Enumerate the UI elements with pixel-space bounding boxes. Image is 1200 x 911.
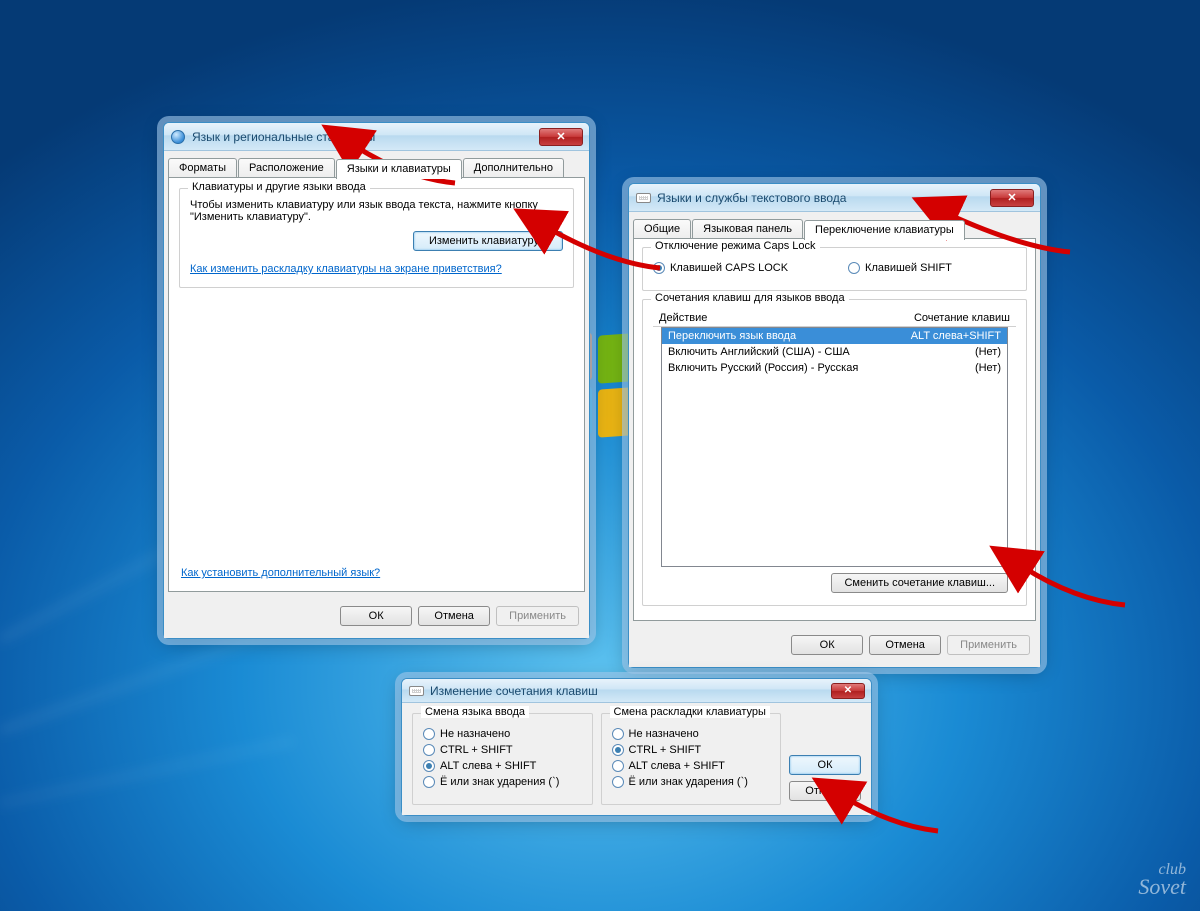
radio-icon: [653, 262, 665, 274]
radio-icon: [848, 262, 860, 274]
dialog-title: Язык и региональные стандарты: [192, 130, 539, 144]
hotkey-list[interactable]: Переключить язык ввода ALT слева+SHIFT В…: [661, 327, 1008, 567]
radio-alt-shift[interactable]: ALT слева + SHIFT: [612, 760, 771, 772]
radio-label: Не назначено: [440, 728, 510, 740]
list-header: Действие Сочетание клавиш: [653, 310, 1016, 327]
radio-none[interactable]: Не назначено: [612, 728, 771, 740]
ok-button[interactable]: ОК: [789, 755, 861, 775]
dialog-button-row: ОК Отмена Применить: [164, 596, 589, 638]
right-group-title: Смена раскладки клавиатуры: [610, 706, 770, 718]
row-action: Включить Русский (Россия) - Русская: [668, 362, 881, 374]
radio-icon: [612, 728, 624, 740]
radio-label: CTRL + SHIFT: [440, 744, 513, 756]
radio-icon: [612, 760, 624, 772]
tab-general[interactable]: Общие: [633, 219, 691, 239]
decorative-beam: [0, 739, 294, 804]
radio-ctrl-shift[interactable]: CTRL + SHIFT: [423, 744, 582, 756]
keyboard-icon: [408, 683, 424, 699]
tab-location[interactable]: Расположение: [238, 158, 335, 178]
link-install-language[interactable]: Как установить дополнительный язык?: [181, 567, 380, 579]
keyboard-icon: [635, 190, 651, 206]
radio-none[interactable]: Не назначено: [423, 728, 582, 740]
row-action: Включить Английский (США) - США: [668, 346, 881, 358]
radio-grave[interactable]: Ё или знак ударения (`): [612, 776, 771, 788]
radio-alt-shift[interactable]: ALT слева + SHIFT: [423, 760, 582, 772]
left-group-title: Смена языка ввода: [421, 706, 529, 718]
globe-icon: [170, 129, 186, 145]
change-hotkey-dialog: Изменение сочетания клавиш ✕ Смена языка…: [401, 678, 872, 816]
list-row[interactable]: Включить Русский (Россия) - Русская (Нет…: [662, 360, 1007, 376]
row-combo: (Нет): [881, 362, 1001, 374]
radio-icon: [423, 744, 435, 756]
row-combo: ALT слева+SHIFT: [881, 330, 1001, 342]
radio-shift[interactable]: Клавишей SHIFT: [848, 262, 952, 274]
tab-additional[interactable]: Дополнительно: [463, 158, 564, 178]
titlebar[interactable]: Язык и региональные стандарты ✕: [164, 123, 589, 151]
close-button[interactable]: ✕: [990, 189, 1034, 207]
cancel-button[interactable]: Отмена: [418, 606, 490, 626]
watermark: club Sovet: [1138, 863, 1186, 897]
apply-button: Применить: [947, 635, 1030, 655]
col-combo: Сочетание клавиш: [890, 312, 1010, 324]
radio-label: CTRL + SHIFT: [629, 744, 702, 756]
radio-icon: [612, 744, 624, 756]
group-title: Клавиатуры и другие языки ввода: [188, 181, 370, 193]
radio-label: Ё или знак ударения (`): [440, 776, 559, 788]
region-language-dialog: Язык и региональные стандарты ✕ Форматы …: [163, 122, 590, 639]
dialog-title: Языки и службы текстового ввода: [657, 191, 990, 205]
tab-strip: Форматы Расположение Языки и клавиатуры …: [168, 157, 585, 177]
caps-group-title: Отключение режима Caps Lock: [651, 240, 820, 252]
dialog-button-row: ОК Отмена Применить: [629, 625, 1040, 667]
tab-keyboards[interactable]: Языки и клавиатуры: [336, 159, 462, 179]
change-keyboard-button[interactable]: Изменить клавиатуру...: [413, 231, 563, 251]
radio-label: Клавишей SHIFT: [865, 262, 952, 274]
row-action: Переключить язык ввода: [668, 330, 881, 342]
tab-keyboard-switch[interactable]: Переключение клавиатуры: [804, 220, 965, 240]
list-row[interactable]: Переключить язык ввода ALT слева+SHIFT: [662, 328, 1007, 344]
radio-label: ALT слева + SHIFT: [440, 760, 536, 772]
apply-button: Применить: [496, 606, 579, 626]
group-text: Чтобы изменить клавиатуру или язык ввода…: [190, 199, 563, 223]
tab-language-bar[interactable]: Языковая панель: [692, 219, 803, 239]
close-button[interactable]: ✕: [831, 683, 865, 699]
radio-label: ALT слева + SHIFT: [629, 760, 725, 772]
tab-strip: Общие Языковая панель Переключение клави…: [633, 218, 1036, 238]
link-change-layout-welcome[interactable]: Как изменить раскладку клавиатуры на экр…: [190, 263, 502, 275]
radio-icon: [423, 728, 435, 740]
cancel-button[interactable]: Отмена: [789, 781, 861, 801]
radio-ctrl-shift[interactable]: CTRL + SHIFT: [612, 744, 771, 756]
row-combo: (Нет): [881, 346, 1001, 358]
radio-icon: [423, 776, 435, 788]
ok-button[interactable]: ОК: [340, 606, 412, 626]
ok-button[interactable]: ОК: [791, 635, 863, 655]
hotkeys-group-title: Сочетания клавиш для языков ввода: [651, 292, 849, 304]
tab-formats[interactable]: Форматы: [168, 158, 237, 178]
radio-caps-lock[interactable]: Клавишей CAPS LOCK: [653, 262, 788, 274]
radio-label: Не назначено: [629, 728, 699, 740]
list-row[interactable]: Включить Английский (США) - США (Нет): [662, 344, 1007, 360]
cancel-button[interactable]: Отмена: [869, 635, 941, 655]
text-services-dialog: Языки и службы текстового ввода ✕ Общие …: [628, 183, 1041, 668]
radio-icon: [423, 760, 435, 772]
change-combo-button[interactable]: Сменить сочетание клавиш...: [831, 573, 1008, 593]
titlebar[interactable]: Изменение сочетания клавиш ✕: [402, 679, 871, 703]
titlebar[interactable]: Языки и службы текстового ввода ✕: [629, 184, 1040, 212]
dialog-title: Изменение сочетания клавиш: [430, 684, 831, 698]
close-button[interactable]: ✕: [539, 128, 583, 146]
col-action: Действие: [659, 312, 890, 324]
radio-icon: [612, 776, 624, 788]
radio-label: Клавишей CAPS LOCK: [670, 262, 788, 274]
radio-label: Ё или знак ударения (`): [629, 776, 748, 788]
radio-grave[interactable]: Ё или знак ударения (`): [423, 776, 582, 788]
